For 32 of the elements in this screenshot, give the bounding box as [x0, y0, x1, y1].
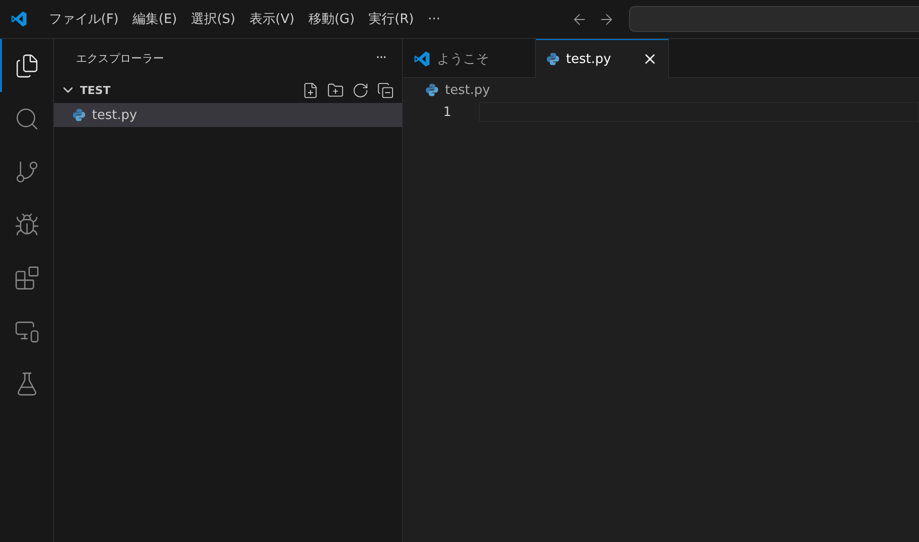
menu-item[interactable]: 移動(G) [301, 10, 362, 28]
vscode-logo-icon [413, 50, 431, 68]
search-icon [14, 106, 40, 132]
menu-item[interactable]: 表示(V) [242, 10, 302, 28]
menu-item[interactable]: 編集(E) [126, 10, 184, 28]
menu-item[interactable]: 実行(R) [362, 10, 421, 28]
file-name: test.py [92, 108, 138, 122]
sidebar-title: エクスプローラー [76, 50, 165, 66]
file-item[interactable]: test.py [54, 103, 402, 127]
collapse-icon[interactable] [377, 82, 394, 98]
line-number: 1 [442, 104, 451, 120]
vscode-logo-icon [10, 10, 28, 28]
files-icon [14, 52, 40, 78]
search-field[interactable] [629, 6, 919, 32]
bug-icon [14, 212, 40, 238]
more-actions[interactable]: ··· [376, 50, 386, 66]
blocks-icon [14, 264, 40, 290]
refresh-icon[interactable] [352, 82, 369, 98]
menu-item[interactable]: ファイル(F) [42, 10, 126, 28]
more-menu[interactable]: ··· [420, 12, 448, 26]
python-icon [72, 108, 86, 122]
new-file-icon[interactable] [302, 82, 319, 98]
new-folder-icon[interactable] [327, 82, 344, 98]
breadcrumb[interactable]: test.py [445, 82, 490, 98]
python-icon [546, 52, 560, 66]
editor-tab[interactable]: test.py [536, 39, 669, 78]
branch-icon [14, 158, 40, 184]
tab-label: ようこそ [437, 50, 490, 68]
folder-name[interactable]: TEST [80, 84, 298, 96]
python-icon [425, 83, 439, 97]
menu-item[interactable]: 選択(S) [184, 10, 242, 28]
tab-label: test.py [566, 52, 612, 66]
